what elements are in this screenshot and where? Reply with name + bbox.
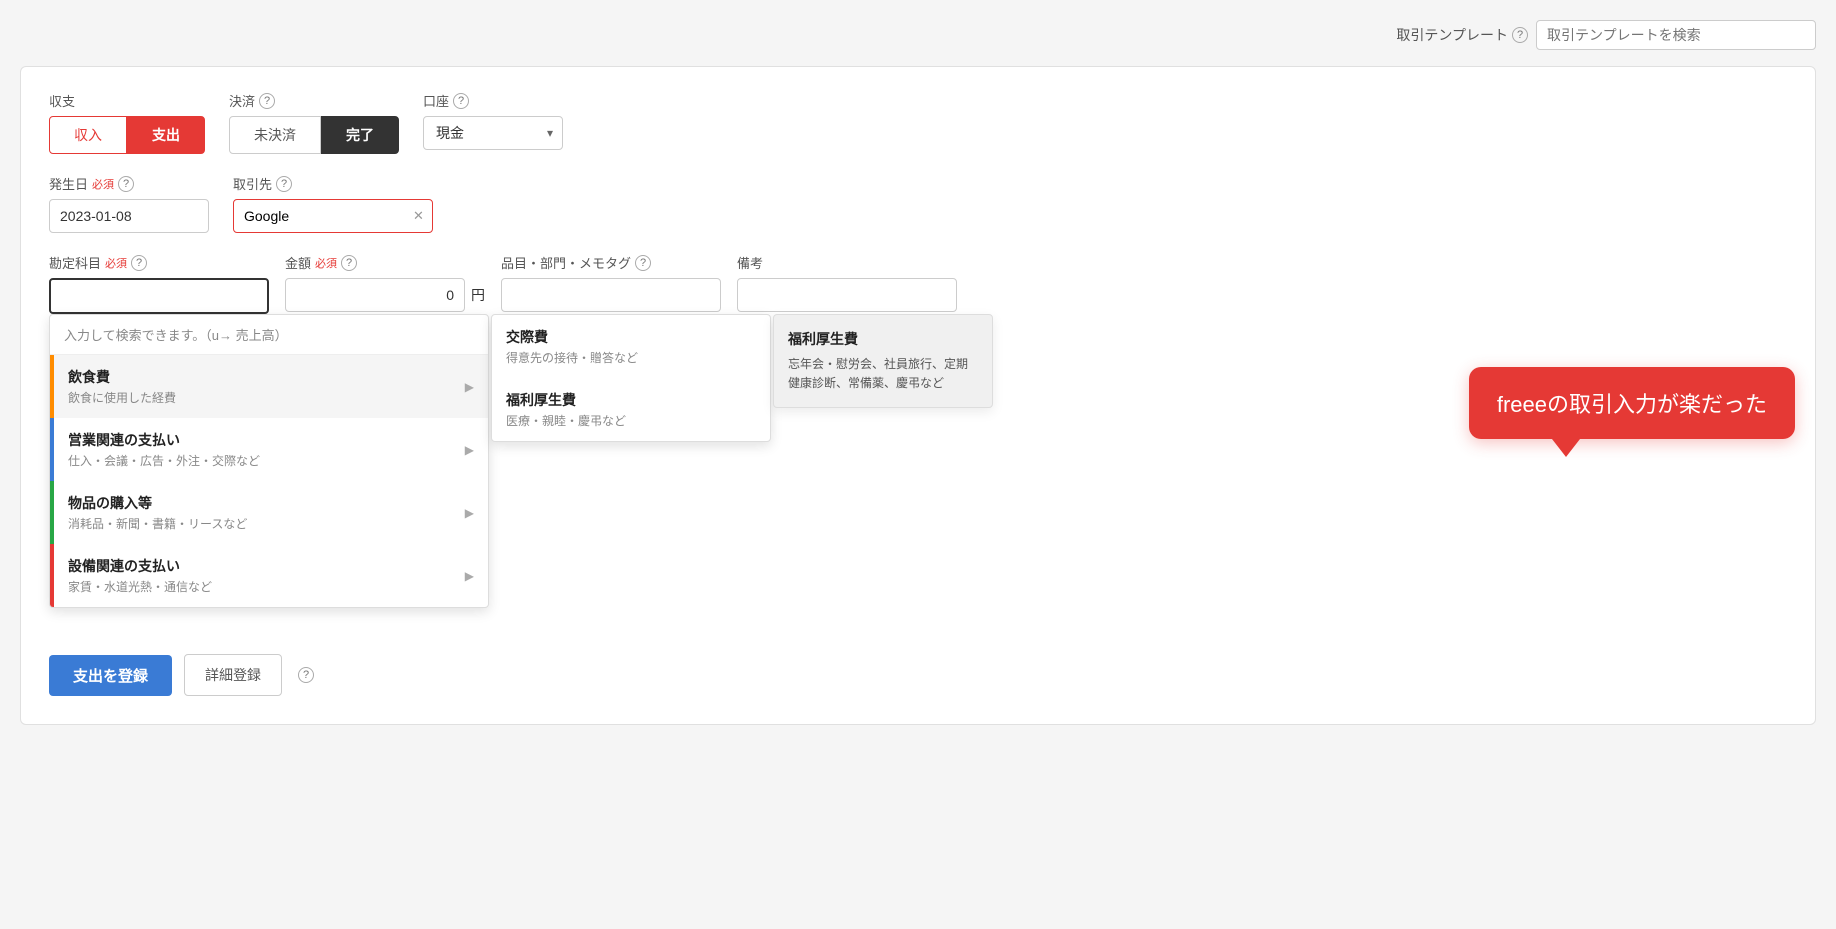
dropdown-item-3[interactable]: 物品の購入等 消耗品・新聞・書籍・リースなど ▶ xyxy=(50,481,488,544)
dropdown-item-3-sub: 消耗品・新聞・書籍・リースなど xyxy=(68,515,247,532)
kamoku-dropdown-tooltip: 福利厚生費 忘年会・慰労会、社員旅行、定期健康診断、常備薬、慶弔など xyxy=(773,314,993,408)
dropdown-sub-item-2-title: 福利厚生費 xyxy=(506,390,756,410)
dropdown-item-2-arrow: ▶ xyxy=(465,443,474,457)
dropdown-item-4-title: 設備関連の支払い xyxy=(68,556,212,576)
kamoku-help-icon[interactable]: ? xyxy=(131,255,147,271)
memo-group: 品目・部門・メモタグ ? xyxy=(501,253,721,312)
register-button[interactable]: 支出を登録 xyxy=(49,655,172,696)
account-select[interactable]: 現金 普通預金 当座預金 xyxy=(423,116,563,150)
dropdown-tooltip-body: 忘年会・慰労会、社員旅行、定期健康診断、常備薬、慶弔など xyxy=(788,355,978,393)
dropdown-item-2-sub: 仕入・会議・広告・外注・交際など xyxy=(68,452,260,469)
kamoku-row: 勘定科目 必須 ? 入力して検索できます。（u→ 売上高） 飲食費 xyxy=(49,253,1787,314)
dropdown-sub-item-1[interactable]: 交際費 得意先の接待・贈答など xyxy=(492,315,770,378)
date-label: 発生日 必須 ? xyxy=(49,174,209,193)
dropdown-item-3-arrow: ▶ xyxy=(465,506,474,520)
dropdown-sub-item-2[interactable]: 福利厚生費 医療・親睦・慶弔など xyxy=(492,378,770,441)
unpaid-button[interactable]: 未決済 xyxy=(229,116,321,154)
kamoku-group: 勘定科目 必須 ? 入力して検索できます。（u→ 売上高） 飲食費 xyxy=(49,253,269,314)
kamoku-required: 必須 xyxy=(105,255,127,271)
form-row-1: 収支 収入 支出 決済 ? 未決済 完了 xyxy=(49,91,1787,154)
dropdown-tooltip-title: 福利厚生費 xyxy=(788,329,978,349)
account-group: 口座 ? 現金 普通預金 当座預金 ▾ xyxy=(423,91,563,150)
date-group: 発生日 必須 ? xyxy=(49,174,209,233)
payment-label: 決済 ? xyxy=(229,91,399,110)
account-help-icon[interactable]: ? xyxy=(453,93,469,109)
amount-group: 金額 必須 ? 円 xyxy=(285,253,485,312)
dropdown-item-2[interactable]: 営業関連の支払い 仕入・会議・広告・外注・交際など ▶ xyxy=(50,418,488,481)
dropdown-sub-item-1-title: 交際費 xyxy=(506,327,756,347)
payment-group: 決済 ? 未決済 完了 xyxy=(229,91,399,154)
date-help-icon[interactable]: ? xyxy=(118,176,134,192)
dropdown-item-4[interactable]: 設備関連の支払い 家賃・水道光熱・通信など ▶ xyxy=(50,544,488,607)
notes-group: 備考 xyxy=(737,253,957,312)
template-label-text: 取引テンプレート xyxy=(1396,25,1508,45)
form-row-2: 発生日 必須 ? 取引先 ? ✕ xyxy=(49,174,1787,233)
partner-help-icon[interactable]: ? xyxy=(276,176,292,192)
dropdown-item-4-arrow: ▶ xyxy=(465,569,474,583)
partner-input[interactable] xyxy=(233,199,433,233)
memo-help-icon[interactable]: ? xyxy=(635,255,651,271)
kamoku-input-wrapper xyxy=(49,278,269,314)
income-expense-group: 収支 収入 支出 xyxy=(49,91,205,154)
date-input[interactable] xyxy=(49,199,209,233)
template-search-row: 取引テンプレート ? xyxy=(20,20,1816,50)
dropdown-item-3-title: 物品の購入等 xyxy=(68,493,247,513)
payment-toggle: 未決済 完了 xyxy=(229,116,399,154)
amount-input[interactable] xyxy=(285,278,465,312)
dropdown-search-hint: 入力して検索できます。（u→ 売上高） xyxy=(50,315,488,355)
detail-help-icon[interactable]: ? xyxy=(298,667,314,683)
dropdown-item-4-sub: 家賃・水道光熱・通信など xyxy=(68,578,212,595)
kamoku-label: 勘定科目 必須 ? xyxy=(49,253,269,272)
amount-input-group: 円 xyxy=(285,278,485,312)
kamoku-input[interactable] xyxy=(49,278,269,314)
notes-label: 備考 xyxy=(737,253,957,272)
dropdown-sub-item-2-sub: 医療・親睦・慶弔など xyxy=(506,412,756,429)
payment-help-icon[interactable]: ? xyxy=(259,93,275,109)
expense-button[interactable]: 支出 xyxy=(127,116,205,154)
kamoku-dropdown-container: 入力して検索できます。（u→ 売上高） 飲食費 飲食に使用した経費 ▶ xyxy=(49,314,993,608)
template-help-icon[interactable]: ? xyxy=(1512,27,1528,43)
page-container: 取引テンプレート ? 収支 収入 支出 決済 ? xyxy=(0,0,1836,929)
dropdown-item-1-title: 飲食費 xyxy=(68,367,176,387)
income-expense-label: 収支 xyxy=(49,91,205,110)
dropdown-item-1[interactable]: 飲食費 飲食に使用した経費 ▶ xyxy=(50,355,488,418)
kamoku-dropdown-sub: 交際費 得意先の接待・贈答など 福利厚生費 医療・親睦・慶弔など xyxy=(491,314,771,442)
income-expense-toggle: 収入 支出 xyxy=(49,116,205,154)
dropdown-item-1-sub: 飲食に使用した経費 xyxy=(68,389,176,406)
speech-bubble-text: freeeの取引入力が楽だった xyxy=(1497,392,1767,417)
detail-button[interactable]: 詳細登録 xyxy=(184,654,282,696)
memo-label: 品目・部門・メモタグ ? xyxy=(501,253,721,272)
form-card: 収支 収入 支出 決済 ? 未決済 完了 xyxy=(20,66,1816,725)
notes-input[interactable] xyxy=(737,278,957,312)
account-label: 口座 ? xyxy=(423,91,563,110)
action-row: 支出を登録 詳細登録 ? xyxy=(49,654,1787,696)
dropdown-sub-item-1-sub: 得意先の接待・贈答など xyxy=(506,349,756,366)
partner-clear-icon[interactable]: ✕ xyxy=(413,208,424,224)
template-search-label: 取引テンプレート ? xyxy=(1396,25,1528,45)
dropdown-item-1-arrow: ▶ xyxy=(465,380,474,394)
income-button[interactable]: 収入 xyxy=(49,116,127,154)
memo-input[interactable] xyxy=(501,278,721,312)
speech-bubble: freeeの取引入力が楽だった xyxy=(1469,367,1795,439)
partner-label: 取引先 ? xyxy=(233,174,424,193)
yen-label: 円 xyxy=(471,285,485,305)
paid-button[interactable]: 完了 xyxy=(321,116,399,154)
date-required: 必須 xyxy=(92,176,114,192)
kamoku-dropdown-main: 入力して検索できます。（u→ 売上高） 飲食費 飲食に使用した経費 ▶ xyxy=(49,314,489,608)
partner-input-wrapper: ✕ xyxy=(233,199,424,233)
amount-label: 金額 必須 ? xyxy=(285,253,485,272)
partner-group: 取引先 ? ✕ xyxy=(233,174,424,233)
dropdown-item-2-title: 営業関連の支払い xyxy=(68,430,260,450)
account-select-wrapper: 現金 普通預金 当座預金 ▾ xyxy=(423,116,563,150)
amount-required: 必須 xyxy=(315,255,337,271)
template-search-input[interactable] xyxy=(1536,20,1816,50)
amount-help-icon[interactable]: ? xyxy=(341,255,357,271)
